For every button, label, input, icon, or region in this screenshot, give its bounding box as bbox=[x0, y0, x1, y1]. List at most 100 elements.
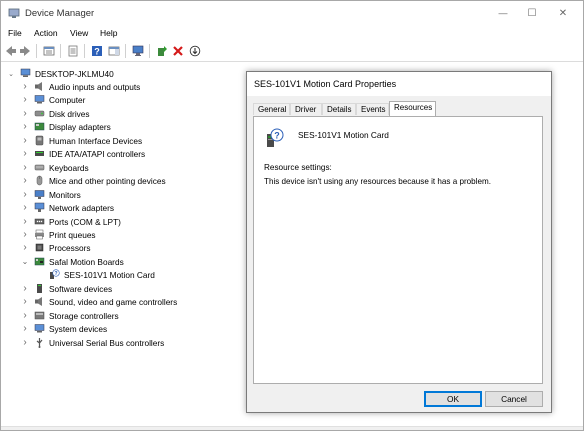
menu-view[interactable]: View bbox=[70, 28, 88, 38]
tree-category-item[interactable]: › Storage controllers bbox=[21, 309, 119, 322]
tab-driver[interactable]: Driver bbox=[290, 103, 322, 115]
toolbar-divider bbox=[149, 44, 150, 58]
device-warning-icon: ? bbox=[267, 128, 284, 147]
tree-item-label: Safal Motion Boards bbox=[49, 256, 124, 267]
chevron-right-icon[interactable]: › bbox=[21, 162, 29, 173]
tab-resources[interactable]: Resources bbox=[389, 101, 436, 116]
tree-category-item[interactable]: ⌄ Safal Motion Boards bbox=[21, 255, 124, 268]
chevron-right-icon[interactable]: › bbox=[21, 94, 29, 105]
tree-category-item[interactable]: › Human Interface Devices bbox=[21, 134, 142, 147]
tree-item-label: Universal Serial Bus controllers bbox=[49, 337, 165, 348]
tree-item-label: Storage controllers bbox=[49, 310, 119, 321]
tree-category-item[interactable]: › Mice and other pointing devices bbox=[21, 174, 165, 187]
storage-icon bbox=[34, 311, 45, 320]
tree-category-item[interactable]: › Display adapters bbox=[21, 120, 111, 133]
network-icon bbox=[34, 202, 45, 212]
usb-icon bbox=[36, 338, 43, 348]
tree-root-label: DESKTOP-JKLMU40 bbox=[35, 68, 114, 79]
processor-icon bbox=[35, 243, 44, 252]
chevron-right-icon[interactable]: › bbox=[21, 135, 29, 146]
chevron-right-icon[interactable]: › bbox=[21, 175, 29, 186]
maximize-icon: ☐ bbox=[527, 7, 537, 19]
tree-category-item[interactable]: › Software devices bbox=[21, 282, 112, 295]
tree-item-label: Audio inputs and outputs bbox=[49, 81, 141, 92]
menu-action[interactable]: Action bbox=[34, 28, 58, 38]
menu-help[interactable]: Help bbox=[100, 28, 117, 38]
tree-category-item[interactable]: › IDE ATA/ATAPI controllers bbox=[21, 147, 145, 160]
tab-events[interactable]: Events bbox=[356, 103, 389, 115]
action-pane-icon[interactable] bbox=[107, 44, 121, 58]
ide-icon bbox=[35, 151, 44, 156]
chevron-right-icon[interactable]: › bbox=[21, 148, 29, 159]
chevron-right-icon[interactable]: › bbox=[21, 323, 29, 334]
hid-icon bbox=[35, 135, 44, 146]
tree-item-label: Print queues bbox=[49, 229, 96, 240]
dialog-title-bar: SES-101V1 Motion Card Properties bbox=[247, 72, 551, 96]
chevron-right-icon[interactable]: › bbox=[21, 296, 29, 307]
tree-item-label: System devices bbox=[49, 323, 108, 334]
tab-details[interactable]: Details bbox=[322, 103, 356, 115]
tree-category-item[interactable]: › Computer bbox=[21, 93, 85, 106]
tree-category-item[interactable]: › Audio inputs and outputs bbox=[21, 80, 140, 93]
help-icon[interactable]: ? bbox=[90, 44, 104, 58]
monitor-icon[interactable] bbox=[131, 44, 145, 58]
chevron-right-icon[interactable]: › bbox=[21, 108, 29, 119]
tree-root[interactable]: ⌄ DESKTOP-JKLMU40 bbox=[7, 67, 114, 80]
chevron-right-icon[interactable]: › bbox=[21, 229, 29, 240]
chevron-right-icon[interactable]: › bbox=[21, 189, 29, 200]
uninstall-icon[interactable] bbox=[171, 44, 185, 58]
chevron-down-icon[interactable]: ⌄ bbox=[21, 257, 29, 266]
chevron-right-icon[interactable]: › bbox=[21, 310, 29, 321]
cancel-button[interactable]: Cancel bbox=[485, 391, 543, 407]
board-icon bbox=[34, 257, 45, 266]
close-button[interactable]: ✕ bbox=[543, 1, 583, 25]
back-icon[interactable] bbox=[4, 44, 18, 58]
ok-button[interactable]: OK bbox=[424, 391, 482, 407]
tree-category-item[interactable]: › Network adapters bbox=[21, 201, 114, 214]
tree-item-label: Display adapters bbox=[49, 121, 111, 132]
svg-text:?: ? bbox=[274, 131, 280, 141]
chevron-right-icon[interactable]: › bbox=[21, 81, 29, 92]
chevron-right-icon[interactable]: › bbox=[21, 242, 29, 253]
tree-category-item[interactable]: › Processors bbox=[21, 241, 90, 254]
resource-message: This device isn't using any resources be… bbox=[264, 177, 491, 186]
chevron-right-icon[interactable]: › bbox=[21, 216, 29, 227]
properties-dialog: SES-101V1 Motion Card Properties General… bbox=[246, 71, 552, 413]
toolbar-divider bbox=[60, 44, 61, 58]
forward-icon[interactable] bbox=[18, 44, 32, 58]
tree-item-label: Human Interface Devices bbox=[49, 135, 143, 146]
chevron-right-icon[interactable]: › bbox=[21, 337, 29, 348]
menu-file[interactable]: File bbox=[8, 28, 22, 38]
tree-item-label: Computer bbox=[49, 94, 86, 105]
computer-icon bbox=[20, 68, 31, 77]
chevron-right-icon[interactable]: › bbox=[21, 121, 29, 132]
port-icon bbox=[34, 218, 45, 225]
tree-category-item[interactable]: › Universal Serial Bus controllers bbox=[21, 336, 164, 349]
monitor-icon bbox=[34, 190, 45, 199]
tree-device-item[interactable]: ? SES-101V1 Motion Card bbox=[49, 268, 155, 281]
properties-icon[interactable] bbox=[66, 44, 80, 58]
toolbar-divider bbox=[84, 44, 85, 58]
system-icon bbox=[34, 324, 45, 333]
tree-category-item[interactable]: › Print queues bbox=[21, 228, 96, 241]
show-hide-tree-icon[interactable] bbox=[42, 44, 56, 58]
scan-hardware-icon[interactable] bbox=[188, 44, 202, 58]
update-driver-icon[interactable] bbox=[155, 44, 169, 58]
tree-category-item[interactable]: › Monitors bbox=[21, 188, 81, 201]
tree-item-label: IDE ATA/ATAPI controllers bbox=[49, 148, 146, 159]
tree-category-item[interactable]: › System devices bbox=[21, 322, 107, 335]
tree-category-item[interactable]: › Disk drives bbox=[21, 107, 90, 120]
tree-category-item[interactable]: › Keyboards bbox=[21, 161, 88, 174]
tree-item-label: Network adapters bbox=[49, 202, 115, 213]
tab-general[interactable]: General bbox=[253, 103, 290, 115]
resource-settings-label: Resource settings: bbox=[264, 163, 332, 172]
chevron-right-icon[interactable]: › bbox=[21, 202, 29, 213]
tree-category-item[interactable]: › Sound, video and game controllers bbox=[21, 295, 177, 308]
device-name: SES-101V1 Motion Card bbox=[298, 130, 389, 140]
tree-item-label: Software devices bbox=[49, 283, 113, 294]
chevron-down-icon[interactable]: ⌄ bbox=[7, 70, 15, 78]
svg-text:?: ? bbox=[54, 271, 57, 277]
chevron-right-icon[interactable]: › bbox=[21, 283, 29, 294]
tree-category-item[interactable]: › Ports (COM & LPT) bbox=[21, 215, 121, 228]
tree-item-label: Disk drives bbox=[49, 108, 90, 119]
